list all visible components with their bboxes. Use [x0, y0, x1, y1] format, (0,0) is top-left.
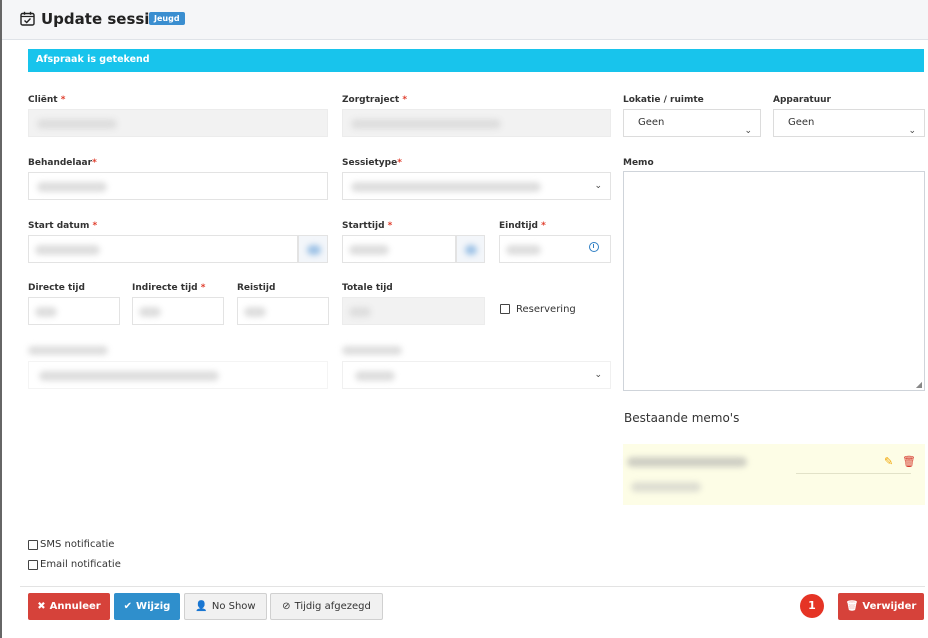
- email-label: Email notificatie: [40, 559, 121, 570]
- email-checkbox[interactable]: [28, 560, 38, 570]
- wijzig-label: Wijzig: [136, 601, 171, 612]
- directe-tijd-input[interactable]: [28, 297, 120, 325]
- lokatie-select[interactable]: Geen ⌄: [623, 109, 761, 137]
- sms-checkbox[interactable]: [28, 540, 38, 550]
- trash-icon[interactable]: 🗑: [902, 455, 916, 468]
- clock-icon[interactable]: [456, 235, 485, 263]
- no-show-label: No Show: [211, 601, 256, 612]
- pencil-icon[interactable]: ✎: [884, 455, 893, 468]
- existing-memos-title: Bestaande memo's: [624, 411, 740, 425]
- chevron-down-icon: ⌄: [594, 370, 602, 380]
- apparatuur-select[interactable]: Geen ⌄: [773, 109, 925, 137]
- lokatie-label: Lokatie / ruimte: [623, 95, 704, 105]
- memo-item: [623, 444, 925, 505]
- clock-icon[interactable]: [589, 242, 599, 252]
- update-session-panel: Update sessie Jeugd Afspraak is getekend…: [0, 0, 928, 638]
- lokatie-value: Geen: [638, 117, 665, 128]
- memo-label: Memo: [623, 158, 654, 168]
- memo-textarea[interactable]: ◢: [623, 171, 925, 391]
- sms-label: SMS notificatie: [40, 539, 115, 550]
- directe-tijd-label: Directe tijd: [28, 283, 85, 293]
- check-circle-icon: ✔: [123, 601, 133, 612]
- apparatuur-value: Geen: [788, 117, 815, 128]
- starttijd-label: Starttijd *: [342, 221, 393, 231]
- totale-tijd-field: [342, 297, 485, 325]
- page-title: Update sessie: [41, 10, 160, 28]
- eindtijd-label: Eindtijd *: [499, 221, 546, 231]
- resize-handle-icon[interactable]: ◢: [916, 380, 922, 389]
- chevron-down-icon: ⌄: [594, 181, 602, 191]
- behandelaar-label: Behandelaar*: [28, 158, 97, 168]
- user-times-icon: 👤: [195, 601, 208, 612]
- wijzig-button[interactable]: ✔ Wijzig: [114, 593, 180, 620]
- start-datum-input[interactable]: [28, 235, 298, 263]
- calendar-icon[interactable]: [298, 235, 328, 263]
- ban-icon: ⊘: [282, 601, 291, 612]
- totale-tijd-label: Totale tijd: [342, 283, 393, 293]
- tijdig-afgezegd-button[interactable]: ⊘ Tijdig afgezegd: [270, 593, 383, 620]
- reistijd-input[interactable]: [237, 297, 329, 325]
- annuleer-button[interactable]: ✖ Annuleer: [28, 593, 110, 620]
- calendar-check-icon: [20, 11, 35, 26]
- apparatuur-label: Apparatuur: [773, 95, 831, 105]
- reistijd-label: Reistijd: [237, 283, 276, 293]
- zorgtraject-label: Zorgtraject *: [342, 95, 408, 105]
- reservering-label: Reservering: [516, 304, 576, 315]
- annuleer-label: Annuleer: [49, 601, 101, 612]
- verwijder-button[interactable]: 🗑 Verwijder: [838, 593, 924, 620]
- category-badge: Jeugd: [149, 12, 185, 25]
- close-circle-icon: ✖: [37, 601, 46, 612]
- client-label: Cliënt *: [28, 95, 66, 105]
- zorgtraject-field[interactable]: [342, 109, 611, 137]
- notification-badge: 1: [800, 594, 824, 618]
- blurred-select[interactable]: [28, 361, 328, 389]
- indirecte-tijd-input[interactable]: [132, 297, 224, 325]
- blurred-label: [28, 346, 108, 355]
- divider: [20, 586, 925, 587]
- sessietype-label: Sessietype*: [342, 158, 402, 168]
- blurred-select-2[interactable]: ⌄: [342, 361, 611, 389]
- starttijd-input[interactable]: [342, 235, 456, 263]
- no-show-button[interactable]: 👤 No Show: [184, 593, 267, 620]
- chevron-down-icon: ⌄: [908, 126, 916, 136]
- client-field[interactable]: [28, 109, 328, 137]
- indirecte-tijd-label: Indirecte tijd *: [132, 283, 206, 293]
- divider: [796, 473, 911, 474]
- behandelaar-field[interactable]: [28, 172, 328, 200]
- chevron-down-icon: ⌄: [744, 126, 752, 136]
- verwijder-label: Verwijder: [862, 601, 917, 612]
- reservering-checkbox[interactable]: [500, 304, 510, 314]
- signed-alert: Afspraak is getekend: [28, 49, 924, 72]
- blurred-label: [342, 346, 402, 355]
- trash-icon: 🗑: [845, 601, 859, 612]
- sessietype-select[interactable]: ⌄: [342, 172, 611, 200]
- panel-header: Update sessie Jeugd: [2, 0, 928, 40]
- tijdig-afgezegd-label: Tijdig afgezegd: [294, 601, 371, 612]
- start-datum-label: Start datum *: [28, 221, 98, 231]
